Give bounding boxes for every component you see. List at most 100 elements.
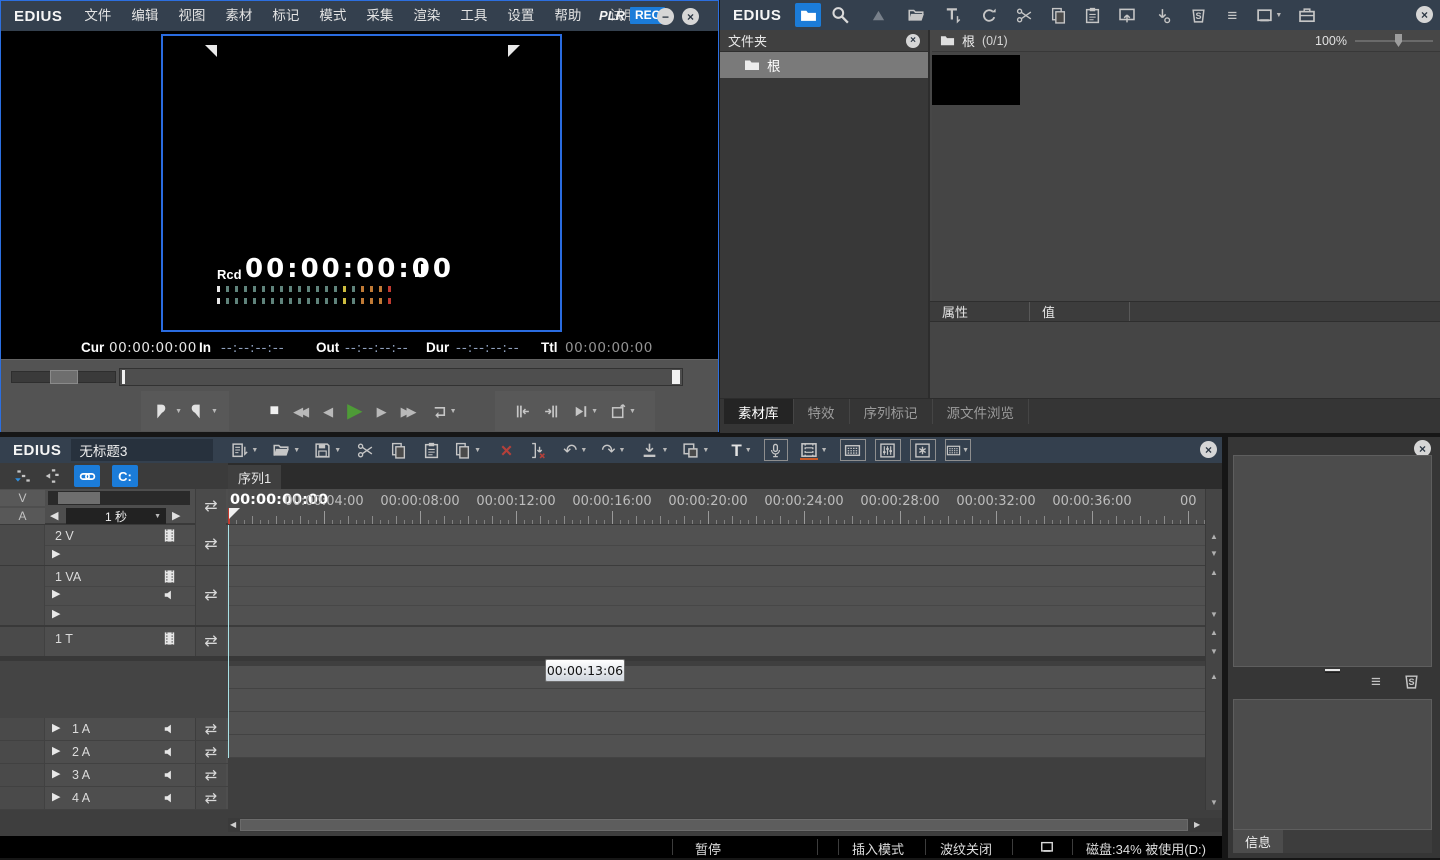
clip-thumbnail[interactable] <box>932 55 1020 105</box>
timeline-lanes[interactable] <box>228 525 1205 810</box>
play-button[interactable]: ▶ <box>347 401 362 421</box>
sort-button[interactable] <box>1145 7 1181 24</box>
track-header-1t[interactable]: 1 T ⇄ <box>0 627 228 661</box>
track-expand2-icon[interactable]: ▶ <box>52 609 60 620</box>
scale-select[interactable]: 1 秒 ▼ <box>66 508 166 524</box>
playhead-line[interactable] <box>228 525 229 758</box>
audio-part-icon[interactable] <box>163 768 177 782</box>
redo-button[interactable]: ↷▼ <box>601 442 625 459</box>
track-taller-icon[interactable]: ▲ <box>1206 673 1222 681</box>
bin-clip-area[interactable] <box>932 52 1440 301</box>
menu-render[interactable]: 渲染 <box>403 1 450 31</box>
open-project-button[interactable]: ▼ <box>272 441 300 459</box>
video-part-icon[interactable] <box>162 528 177 543</box>
delete-button[interactable] <box>1181 7 1215 24</box>
rewind-button[interactable]: ◀◀ <box>293 405 309 418</box>
audio-part-icon[interactable] <box>163 745 177 759</box>
plr-button[interactable]: PLR <box>599 8 625 23</box>
add-clip-button[interactable]: ▼ <box>800 441 828 459</box>
paste-button[interactable] <box>1075 7 1109 24</box>
next-frame-button[interactable]: ▶ <box>377 405 387 418</box>
track-swap-button[interactable]: ⇄ <box>195 525 226 565</box>
hscroll-thumb[interactable] <box>240 819 1188 831</box>
close-icon[interactable]: × <box>682 8 699 25</box>
track-swap-button[interactable]: ⇄ <box>195 566 226 625</box>
open-clip-button[interactable] <box>897 6 935 24</box>
bin-zoom-slider[interactable] <box>1355 40 1433 42</box>
track-shorter-icon[interactable]: ▼ <box>1206 648 1222 656</box>
menu-tools[interactable]: 工具 <box>450 1 497 31</box>
track-header-1va[interactable]: 1 VA ▶ ▶ ⇄ <box>0 566 228 627</box>
export-icon[interactable] <box>610 403 627 420</box>
menu-settings[interactable]: 设置 <box>497 1 544 31</box>
track-taller-icon[interactable]: ▲ <box>1206 629 1222 637</box>
position-bar[interactable] <box>119 368 683 386</box>
set-out-point-icon[interactable] <box>188 403 205 420</box>
fast-forward-button[interactable]: ▶▶ <box>401 405 417 418</box>
video-part-icon[interactable] <box>162 569 177 584</box>
palette-trash-icon[interactable] <box>1403 673 1420 690</box>
menu-view[interactable]: 视图 <box>168 1 215 31</box>
lane-3a[interactable] <box>228 712 1205 735</box>
copy-button[interactable] <box>1041 7 1075 24</box>
project-title-field[interactable]: 无标题3 <box>71 439 213 461</box>
tab-sequence-marker[interactable]: 序列标记 <box>850 399 933 424</box>
track-swap-button[interactable]: ⇄ <box>195 764 226 786</box>
folder-item-root[interactable]: 根 <box>720 52 928 78</box>
bin-close-icon[interactable]: × <box>1416 6 1433 23</box>
menu-marker[interactable]: 标记 <box>262 1 309 31</box>
track-expand-icon[interactable]: ▶ <box>52 589 60 600</box>
track-swap-button[interactable]: ⇄ <box>195 627 226 656</box>
layouter-button[interactable]: ▼ <box>682 442 709 459</box>
tab-effects[interactable]: 特效 <box>793 399 850 424</box>
export-caret-icon[interactable]: ▼ <box>629 408 636 415</box>
loop-caret-icon[interactable]: ▼ <box>450 408 457 415</box>
timeline-close-icon[interactable]: × <box>1200 441 1217 458</box>
voiceover-button[interactable] <box>764 439 788 461</box>
undo-button[interactable]: ↶▼ <box>563 442 587 459</box>
lane-1a[interactable] <box>228 666 1205 689</box>
track-expand-icon[interactable]: ▶ <box>52 746 60 757</box>
scroll-left-icon[interactable]: ◀ <box>230 821 236 829</box>
menu-capture[interactable]: 采集 <box>356 1 403 31</box>
track-header-3a[interactable]: ▶ 3 A ⇄ <box>0 764 228 787</box>
play-around-caret-icon[interactable]: ▼ <box>591 408 598 415</box>
track-header-1a[interactable]: ▶ 1 A ⇄ <box>0 718 228 741</box>
copy-button[interactable] <box>390 442 407 459</box>
track-taller-icon[interactable]: ▲ <box>1206 533 1222 541</box>
goto-in-point-icon[interactable] <box>514 403 531 420</box>
sync-mode-button[interactable] <box>74 465 100 487</box>
keyboard-a-button[interactable] <box>840 439 866 461</box>
audio-part-icon[interactable] <box>163 722 177 736</box>
track-swap-button[interactable]: ⇄ <box>195 489 226 525</box>
tab-source-browser[interactable]: 源文件浏览 <box>933 399 1030 424</box>
view-mode-button[interactable]: ▼ <box>1249 7 1289 24</box>
property-col-header[interactable]: 属性 <box>930 302 1030 321</box>
default-transition-button[interactable]: ▼ <box>641 442 668 459</box>
menu-clip[interactable]: 素材 <box>215 1 262 31</box>
shuttle-slider[interactable] <box>11 371 116 383</box>
tab-information[interactable]: 信息 <box>1233 830 1283 853</box>
audio-mixer-button[interactable] <box>875 439 901 461</box>
track-swap-button[interactable]: ⇄ <box>195 787 226 809</box>
video-part-icon[interactable] <box>162 631 177 646</box>
menu-help[interactable]: 帮助 <box>544 1 591 31</box>
track-shorter-icon[interactable]: ▼ <box>1206 550 1222 558</box>
ripple-mode-button[interactable]: C: <box>112 465 138 487</box>
menu-edit[interactable]: 编辑 <box>121 1 168 31</box>
zoom-slider-handle[interactable] <box>58 492 100 504</box>
play-around-cursor-icon[interactable] <box>572 403 589 420</box>
paste-button[interactable] <box>423 442 440 459</box>
search-button[interactable] <box>821 6 859 24</box>
track-shorter-icon[interactable]: ▼ <box>1206 799 1222 807</box>
palette-list-icon[interactable]: ≡ <box>1371 673 1381 690</box>
menu-file[interactable]: 文件 <box>74 1 121 31</box>
new-folder-button[interactable] <box>795 3 821 27</box>
create-title-button[interactable]: T▼ <box>731 442 751 459</box>
sequence-tab[interactable]: 序列1 <box>228 465 281 489</box>
timeline-hscrollbar[interactable]: ◀ ▶ <box>228 818 1222 832</box>
ripple-delete-button[interactable] <box>530 442 547 459</box>
set-in-point-icon[interactable] <box>152 403 169 420</box>
track-shorter-icon[interactable]: ▼ <box>1206 611 1222 619</box>
track-expand-icon[interactable]: ▶ <box>52 549 60 560</box>
